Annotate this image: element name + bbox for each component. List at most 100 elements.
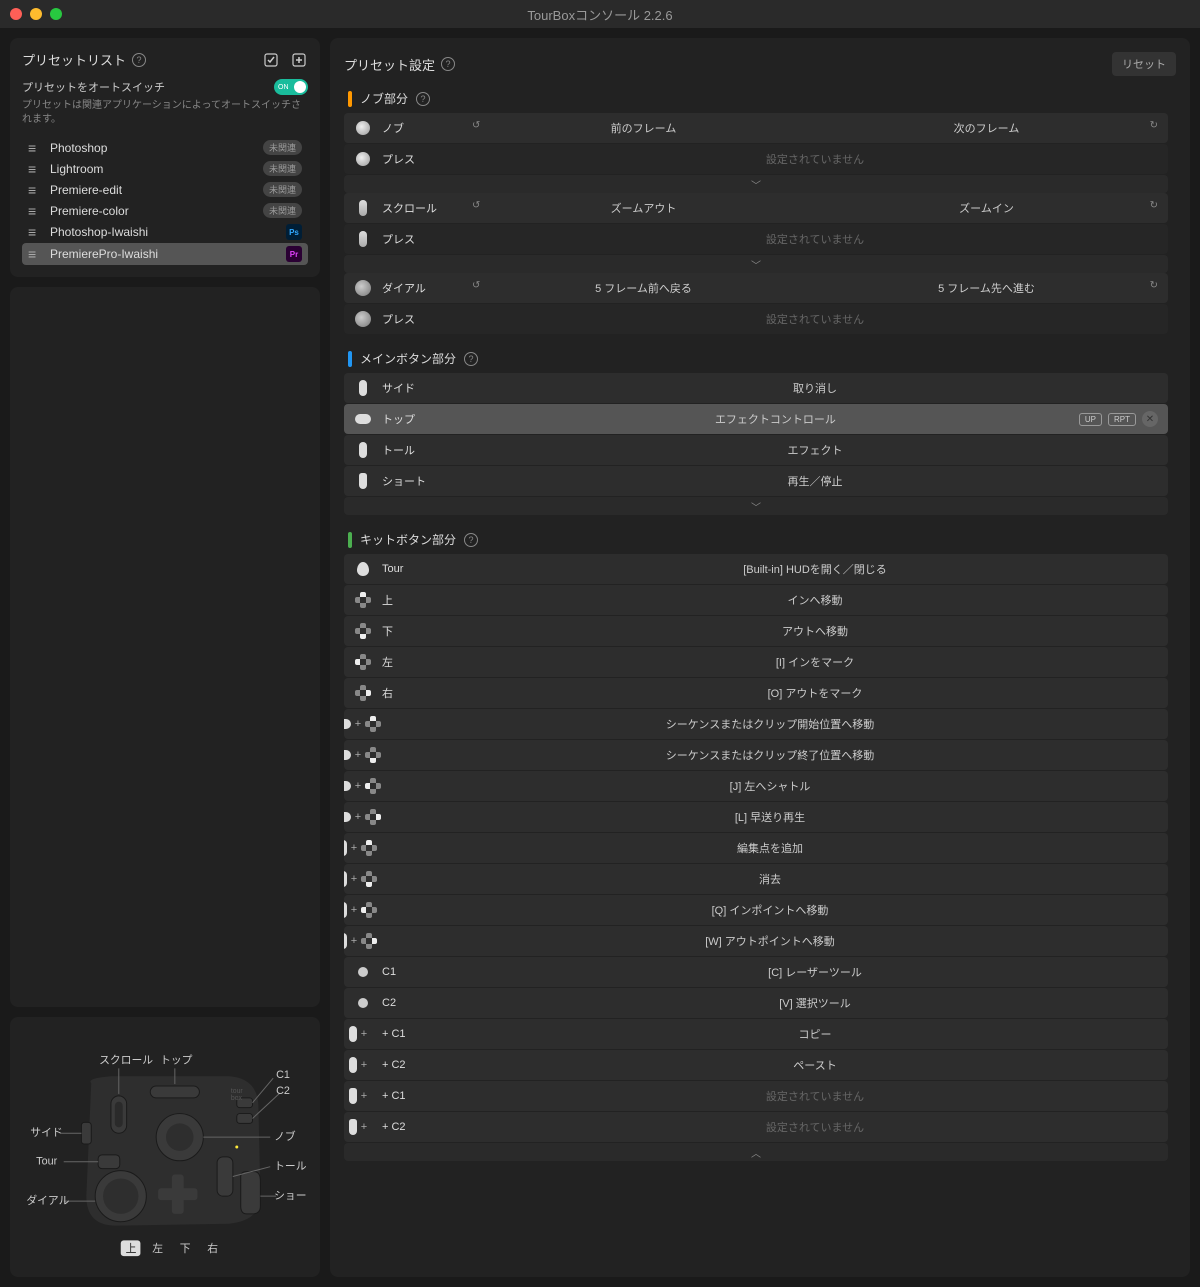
control-label: トップ — [382, 411, 472, 427]
control-row[interactable]: ++ C2設定されていません — [344, 1112, 1168, 1142]
action-center[interactable]: エフェクト — [472, 442, 1158, 458]
preset-item[interactable]: ≡Photoshop-IwaishiPs — [22, 221, 308, 243]
drag-handle-icon[interactable]: ≡ — [28, 204, 40, 218]
help-icon[interactable]: ? — [464, 352, 478, 366]
control-label: サイド — [382, 380, 472, 396]
close-window-button[interactable] — [10, 8, 22, 20]
action-center[interactable]: 設定されていません — [472, 1088, 1158, 1104]
action-center[interactable]: [Q] インポイントへ移動 — [382, 902, 1158, 918]
action-center[interactable]: 取り消し — [472, 380, 1158, 396]
control-row[interactable]: + [Q] インポイントへ移動 — [344, 895, 1168, 925]
control-label: スクロール — [382, 200, 472, 216]
control-row[interactable]: ++ C1設定されていません — [344, 1081, 1168, 1111]
action-center[interactable]: [W] アウトポイントへ移動 — [382, 933, 1158, 949]
control-row[interactable]: 右[O] アウトをマーク — [344, 678, 1168, 708]
preset-item[interactable]: ≡Premiere-color未関連 — [22, 200, 308, 221]
preset-item[interactable]: ≡Premiere-edit未関連 — [22, 179, 308, 200]
action-center[interactable]: ペースト — [472, 1057, 1158, 1073]
control-row[interactable]: 左[I] インをマーク — [344, 647, 1168, 677]
rotate-ccw-icon: ↺ — [472, 120, 480, 131]
action-right[interactable]: 次のフレーム↻ — [815, 120, 1158, 136]
control-row[interactable]: トールエフェクト — [344, 435, 1168, 465]
control-row[interactable]: + [L] 早送り再生 — [344, 802, 1168, 832]
control-row[interactable]: プレス設定されていません — [344, 304, 1168, 334]
control-row[interactable]: プレス設定されていません — [344, 144, 1168, 174]
control-row[interactable]: + 消去 — [344, 864, 1168, 894]
control-row[interactable]: 下アウトへ移動 — [344, 616, 1168, 646]
action-left[interactable]: ズームアウト↺ — [472, 200, 815, 216]
action-center[interactable]: コピー — [472, 1026, 1158, 1042]
expand-toggle[interactable]: ﹀ — [344, 175, 1168, 193]
action-center[interactable]: [J] 左へシャトル — [382, 778, 1158, 794]
control-row[interactable]: C1[C] レーザーツール — [344, 957, 1168, 987]
action-center[interactable]: [C] レーザーツール — [472, 964, 1158, 980]
control-row[interactable]: スクロールズームアウト↺ズームイン↻ — [344, 193, 1168, 223]
reset-button[interactable]: リセット — [1112, 52, 1176, 76]
control-row[interactable]: トップエフェクトコントロールUPRPT✕ — [344, 404, 1168, 434]
action-center[interactable]: エフェクトコントロール — [472, 411, 1079, 427]
action-center[interactable]: [O] アウトをマーク — [472, 685, 1158, 701]
action-center[interactable]: [V] 選択ツール — [472, 995, 1158, 1011]
action-right[interactable]: ズームイン↻ — [815, 200, 1158, 216]
action-center[interactable]: [L] 早送り再生 — [382, 809, 1158, 825]
drag-handle-icon[interactable]: ≡ — [28, 162, 40, 176]
action-center[interactable]: 設定されていません — [472, 231, 1158, 247]
maximize-window-button[interactable] — [50, 8, 62, 20]
control-row[interactable]: 上インへ移動 — [344, 585, 1168, 615]
action-center[interactable]: アウトへ移動 — [472, 623, 1158, 639]
preset-name: Lightroom — [50, 162, 253, 176]
action-left[interactable]: 5 フレーム前へ戻る↺ — [472, 280, 815, 296]
help-icon[interactable]: ? — [441, 57, 455, 71]
expand-toggle[interactable]: ﹀ — [344, 255, 1168, 273]
action-center[interactable]: 消去 — [382, 871, 1158, 887]
edit-preset-button[interactable] — [262, 51, 280, 69]
drag-handle-icon[interactable]: ≡ — [28, 225, 40, 239]
action-center[interactable]: 編集点を追加 — [382, 840, 1158, 856]
action-center[interactable]: [I] インをマーク — [472, 654, 1158, 670]
action-center[interactable]: [Built-in] HUDを開く／閉じる — [472, 561, 1158, 577]
drag-handle-icon[interactable]: ≡ — [28, 247, 40, 261]
action-center[interactable]: インへ移動 — [472, 592, 1158, 608]
control-row[interactable]: + [W] アウトポイントへ移動 — [344, 926, 1168, 956]
svg-text:ノブ: ノブ — [274, 1129, 296, 1143]
preset-item[interactable]: ≡Lightroom未関連 — [22, 158, 308, 179]
control-row[interactable]: ++ C1コピー — [344, 1019, 1168, 1049]
control-label: プレス — [382, 231, 472, 247]
auto-switch-toggle[interactable]: ON — [274, 79, 308, 95]
preset-item[interactable]: ≡PremierePro-IwaishiPr — [22, 243, 308, 265]
help-icon[interactable]: ? — [132, 53, 146, 67]
expand-toggle[interactable]: ﹀ — [344, 497, 1168, 515]
drag-handle-icon[interactable]: ≡ — [28, 183, 40, 197]
help-icon[interactable]: ? — [416, 92, 430, 106]
expand-toggle[interactable]: ︿ — [344, 1143, 1168, 1161]
control-row[interactable]: ダイアル5 フレーム前へ戻る↺5 フレーム先へ進む↻ — [344, 273, 1168, 303]
action-center[interactable]: シーケンスまたはクリップ終了位置へ移動 — [382, 747, 1158, 763]
control-row[interactable]: + シーケンスまたはクリップ終了位置へ移動 — [344, 740, 1168, 770]
action-right[interactable]: 5 フレーム先へ進む↻ — [815, 280, 1158, 296]
control-row[interactable]: ++ C2ペースト — [344, 1050, 1168, 1080]
action-center[interactable]: 設定されていません — [472, 1119, 1158, 1135]
action-center[interactable]: 設定されていません — [472, 311, 1158, 327]
minimize-window-button[interactable] — [30, 8, 42, 20]
action-center[interactable]: シーケンスまたはクリップ開始位置へ移動 — [382, 716, 1158, 732]
preset-item[interactable]: ≡Photoshop未関連 — [22, 137, 308, 158]
clear-icon[interactable]: ✕ — [1142, 411, 1158, 427]
plus-icon: + — [361, 1059, 367, 1071]
top-button-icon — [344, 812, 351, 822]
control-row[interactable]: + [J] 左へシャトル — [344, 771, 1168, 801]
control-row[interactable]: + シーケンスまたはクリップ開始位置へ移動 — [344, 709, 1168, 739]
control-row[interactable]: + 編集点を追加 — [344, 833, 1168, 863]
control-row[interactable]: C2[V] 選択ツール — [344, 988, 1168, 1018]
control-row[interactable]: サイド取り消し — [344, 373, 1168, 403]
control-label: 上 — [382, 592, 472, 608]
drag-handle-icon[interactable]: ≡ — [28, 141, 40, 155]
control-row[interactable]: プレス設定されていません — [344, 224, 1168, 254]
control-row[interactable]: Tour[Built-in] HUDを開く／閉じる — [344, 554, 1168, 584]
add-preset-button[interactable] — [290, 51, 308, 69]
control-row[interactable]: ショート再生／停止 — [344, 466, 1168, 496]
action-left[interactable]: 前のフレーム↺ — [472, 120, 815, 136]
control-row[interactable]: ノブ前のフレーム↺次のフレーム↻ — [344, 113, 1168, 143]
action-center[interactable]: 設定されていません — [472, 151, 1158, 167]
action-center[interactable]: 再生／停止 — [472, 473, 1158, 489]
help-icon[interactable]: ? — [464, 533, 478, 547]
